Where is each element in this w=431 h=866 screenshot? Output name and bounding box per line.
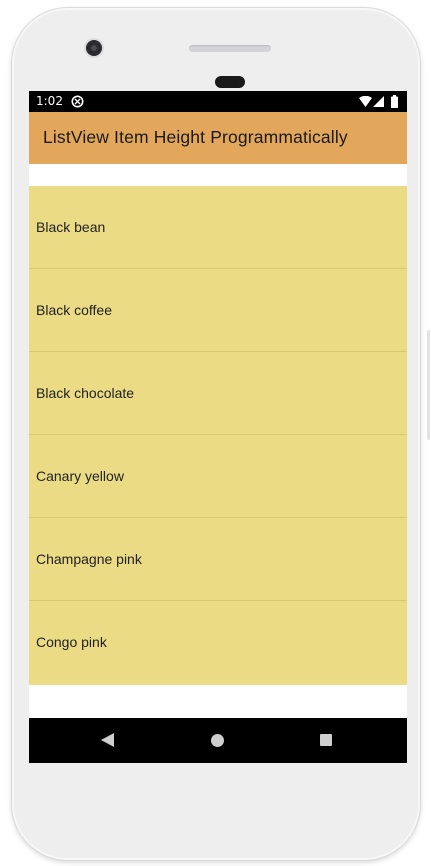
list-item[interactable]: Black bean (29, 186, 407, 269)
wifi-icon (359, 96, 372, 107)
list-item-label: Black chocolate (36, 385, 135, 401)
list-item[interactable]: Canary yellow (29, 435, 407, 518)
battery-icon (391, 95, 398, 108)
list-item-label: Congo pink (36, 634, 107, 650)
signal-icon (373, 96, 384, 107)
status-time: 1:02 (36, 94, 63, 108)
list-item-label: Black bean (36, 219, 106, 235)
sync-icon (71, 95, 84, 108)
back-icon[interactable] (101, 733, 114, 747)
list-item-label: Champagne pink (36, 551, 142, 567)
speaker-grille (189, 45, 271, 52)
list-view[interactable]: Black bean Black coffee Black chocolate … (29, 186, 407, 685)
list-item[interactable]: Congo pink (29, 601, 407, 685)
side-button (427, 330, 430, 440)
screen: 1:02 ListView Item Height Programmatical… (29, 91, 407, 763)
home-icon[interactable] (211, 734, 224, 747)
front-camera (86, 40, 102, 56)
recents-icon[interactable] (320, 734, 332, 746)
earpiece (215, 76, 245, 88)
navigation-bar (29, 718, 407, 763)
app-bar: ListView Item Height Programmatically (29, 112, 407, 164)
list-item[interactable]: Black coffee (29, 269, 407, 352)
list-item[interactable]: Champagne pink (29, 518, 407, 601)
list-item-label: Canary yellow (36, 468, 124, 484)
app-title: ListView Item Height Programmatically (43, 127, 348, 147)
list-item[interactable]: Black chocolate (29, 352, 407, 435)
status-bar: 1:02 (29, 91, 407, 112)
phone-frame: 1:02 ListView Item Height Programmatical… (12, 8, 420, 860)
list-item-label: Black coffee (36, 302, 113, 318)
